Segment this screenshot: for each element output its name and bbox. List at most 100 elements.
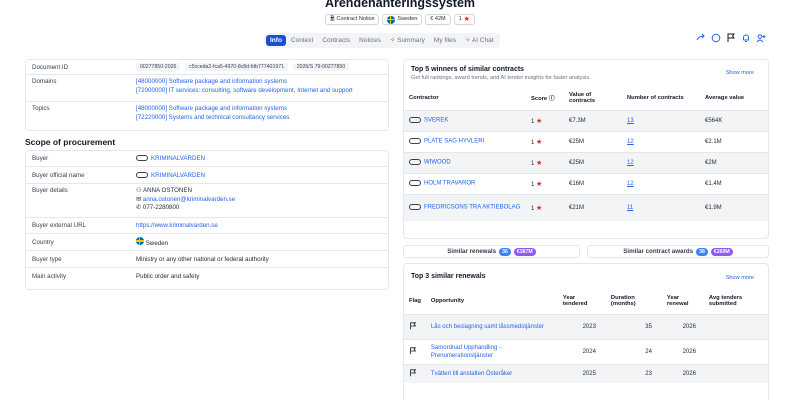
renewals-show-more-link[interactable]: Show more [726, 275, 754, 281]
tab-context[interactable]: Context [287, 35, 317, 46]
topics-row: Topics [48000000] Software package and i… [26, 102, 388, 130]
topic-link[interactable]: [48000000] Software package and informat… [136, 105, 388, 114]
tab-summary[interactable]: ✧ Summary [386, 35, 429, 46]
buyer-official-name-row: Buyer official name KRIMINALVARDEN [26, 167, 388, 184]
score-value: 1 [531, 160, 535, 167]
email-link[interactable]: anna.ostonen@kriminalvarden.se [143, 196, 235, 203]
page-title: Ärendehanteringssystem [324, 0, 476, 10]
buyer-logo-icon [136, 155, 148, 162]
buyer-url-link[interactable]: https://www.kriminalvarden.se [136, 219, 388, 232]
winner-row: FREDRICSONS TRA AKTIEBOLAG 1 ★ €21M 11 €1.9M [404, 193, 768, 221]
average-value: €2M [700, 151, 768, 173]
renewals-count-badge: 36 [499, 247, 511, 256]
winners-show-more-link[interactable]: Show more [726, 70, 754, 76]
domain-link[interactable]: [48000000] Software package and informat… [136, 78, 388, 87]
info-icon: ⓘ [548, 96, 555, 103]
flag-icon[interactable] [409, 321, 417, 330]
tab-ai-chat[interactable]: ✧ AI Chat [461, 35, 498, 46]
flag-icon[interactable] [409, 346, 417, 355]
tab-notices[interactable]: Notices [355, 35, 385, 46]
average-value: €1.9M [700, 193, 768, 221]
renewal-row: Samordnad Upphandling - Prenumerationstj… [404, 338, 768, 364]
opportunity-link[interactable]: Tvätteri till anstalten Österåker [431, 370, 553, 378]
score-value: 1 [531, 205, 535, 212]
document-id-row: Document ID 00277850-2026 c5cceda2-fca5-… [26, 60, 388, 75]
value-of-contracts: €16M [564, 172, 622, 194]
duration-months: 24 [605, 338, 662, 364]
contracts-count-link[interactable]: 12 [627, 181, 634, 187]
renewals-value-badge: €387M [513, 247, 536, 256]
sweden-flag-icon [136, 237, 144, 245]
tab-my-files[interactable]: My files [430, 35, 460, 46]
buyer-official-link[interactable]: KRIMINALVARDEN [151, 172, 205, 179]
document-id-chip: 2026/S 79-00277850 [292, 63, 350, 71]
score-value: 1 [531, 139, 535, 146]
bell-icon[interactable] [741, 33, 751, 43]
star-icon: ★ [536, 117, 543, 125]
contracts-count-link[interactable]: 12 [627, 160, 634, 166]
buyer-link[interactable]: KRIMINALVARDEN [151, 155, 205, 162]
year-tendered: 2025 [557, 363, 606, 383]
tab-contracts[interactable]: Contracts [318, 35, 354, 46]
renewal-row: Tvätteri till anstalten Österåker 2025 23 2… [404, 363, 768, 383]
tab-info[interactable]: Info [266, 35, 286, 46]
contractor-link[interactable]: PLATE SAG HYVLERI [424, 139, 484, 145]
year-renewal: 2026 [661, 313, 704, 339]
buyer-card: Buyer KRIMINALVARDEN Buyer official name… [25, 150, 389, 290]
average-value: €2.1M [700, 130, 768, 152]
buyer-url-row: Buyer external URL https://www.kriminalv… [26, 218, 388, 234]
awards-count-badge: 38 [696, 247, 708, 256]
topic-link[interactable]: [72220000] Systems and technical consult… [136, 114, 388, 123]
buyer-details-row: Buyer details ⚇ ANNA OSTONEN ✉ anna.osto… [26, 184, 388, 218]
comment-icon[interactable] [711, 33, 721, 43]
tab-bar: Info Context Contracts Notices ✧ Summary… [264, 33, 500, 48]
country-pill: Sweden [382, 14, 423, 25]
value-pill: € 42M [425, 14, 451, 25]
similar-renewals-button[interactable]: Similar renewals 36 €387M [403, 245, 580, 258]
contractor-link[interactable]: HOLM TRAVAROR [424, 181, 475, 187]
star-icon: ★ [536, 159, 543, 167]
share-arrow-icon[interactable] [696, 33, 706, 43]
winner-row: PLATE SAG HYVLERI 1 ★ €25M 12 €2.1M [404, 130, 768, 152]
contractor-logo-icon [409, 159, 421, 166]
contracts-count-link[interactable]: 13 [627, 118, 634, 124]
email-icon: ✉ [136, 195, 143, 203]
value-of-contracts: €21M [564, 193, 622, 221]
year-tendered: 2023 [557, 313, 606, 339]
contracts-count-link[interactable]: 12 [627, 139, 634, 145]
document-id-chip: 00277850-2026 [136, 63, 181, 71]
winner-row: SVEREK 1 ★ €7.3M 13 €564K [404, 109, 768, 131]
opportunity-link[interactable]: Samordnad Upphandling - Prenumerationstj… [431, 344, 553, 360]
notice-meta: 🗎 Contract Notice Sweden € 42M 1 ★ [0, 14, 800, 25]
awards-value-badge: €269M [710, 247, 733, 256]
scope-title: Scope of procurement [25, 137, 116, 147]
buyer-logo-icon [136, 171, 148, 178]
main-activity-row: Main activity Public order and safety [32, 273, 200, 280]
star-icon: ★ [536, 204, 543, 212]
action-toolbar [696, 33, 766, 43]
duration-months: 23 [605, 363, 662, 383]
domain-link[interactable]: [72000000] IT services: consulting, soft… [136, 87, 388, 96]
opportunity-link[interactable]: Lås och beslagning samt låssmedstjänster [431, 323, 553, 331]
average-value: €564K [700, 109, 768, 131]
flag-icon[interactable] [726, 33, 736, 43]
domains-row: Domains [48000000] Software package and … [26, 75, 388, 102]
buyer-type-row: Buyer type Ministry or any other nationa… [26, 251, 388, 268]
winner-row: HOLM TRAVAROR 1 ★ €16M 12 €1.4M [404, 172, 768, 194]
contractor-link[interactable]: SVEREK [424, 118, 448, 124]
star-icon: ★ [463, 16, 470, 23]
value-of-contracts: €7.3M [564, 109, 622, 131]
phone-icon: ✆ [136, 204, 143, 211]
sweden-flag-icon [387, 15, 396, 24]
document-icon: 🗎 [330, 16, 335, 22]
flag-icon[interactable] [409, 369, 417, 377]
contractor-link[interactable]: FREDRICSONS TRA AKTIEBOLAG [424, 205, 520, 211]
contractor-logo-icon [409, 180, 421, 187]
top-winners-card: Top 5 winners of similar contracts Get f… [403, 59, 769, 239]
contractor-link[interactable]: WIWOOD [424, 160, 451, 166]
contracts-count-link[interactable]: 11 [627, 205, 633, 211]
add-user-icon[interactable] [756, 33, 766, 43]
similar-awards-button[interactable]: Similar contract awards 38 €269M [587, 245, 769, 258]
person-icon: ⚇ [136, 187, 143, 194]
renewals-table: Flag Opportunity Year tendered Duration … [404, 288, 768, 383]
